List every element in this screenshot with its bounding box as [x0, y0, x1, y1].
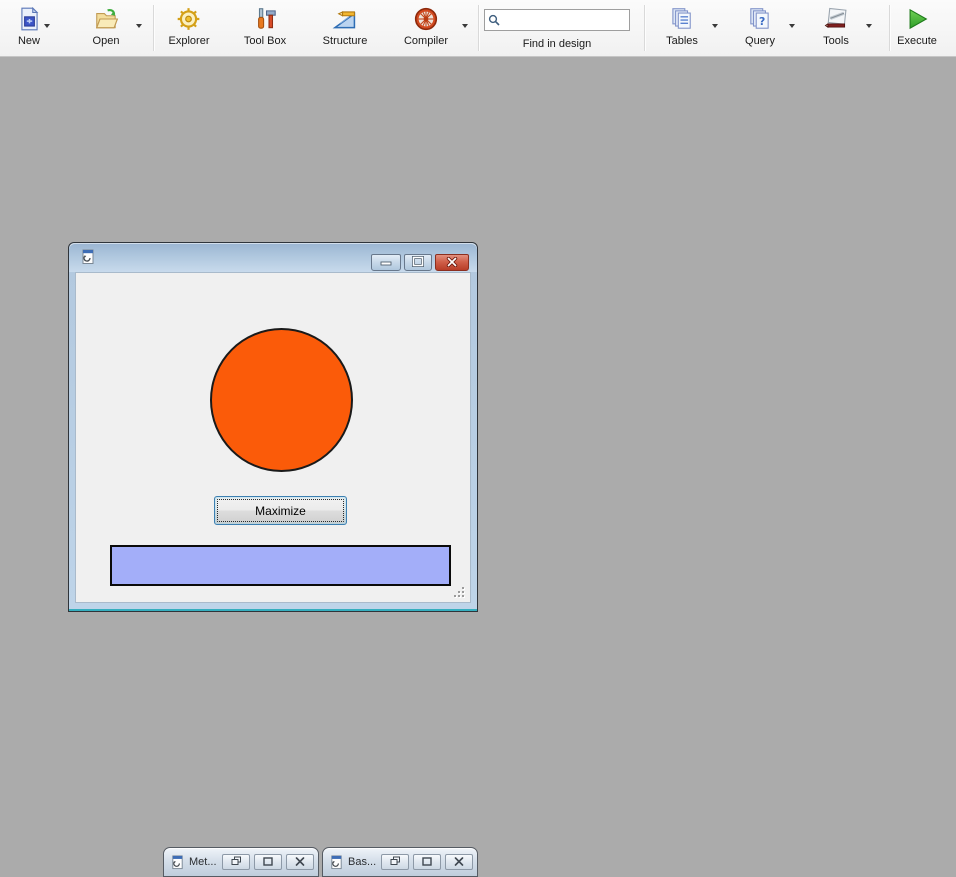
toolbar-button-tools[interactable]: Tools	[819, 4, 854, 48]
structure-icon	[331, 5, 358, 32]
maximize-button[interactable]	[404, 254, 432, 271]
toolbar-button-label: New	[18, 35, 40, 47]
toolbox-icon	[251, 5, 278, 32]
tools-icon	[823, 5, 850, 32]
minimize-button[interactable]	[371, 254, 401, 271]
toolbar-button-query[interactable]: ? Query	[741, 4, 779, 48]
toolbar-button-label: Structure	[323, 35, 368, 47]
open-folder-icon	[93, 5, 120, 32]
toolbar-button-compiler[interactable]: Compiler	[400, 4, 452, 48]
new-dropdown-arrow[interactable]	[44, 24, 50, 28]
close-button[interactable]	[435, 254, 469, 271]
tables-icon	[668, 5, 695, 32]
maximize-pushbutton-label: Maximize	[255, 504, 306, 518]
open-dropdown-arrow[interactable]	[136, 24, 142, 28]
maximize-icon	[263, 853, 273, 871]
compiler-dropdown-arrow[interactable]	[462, 24, 468, 28]
caption-buttons	[371, 254, 469, 271]
maximize-pushbutton[interactable]: Maximize	[214, 496, 347, 525]
tools-dropdown-arrow[interactable]	[866, 24, 872, 28]
restore-icon	[231, 853, 242, 871]
preview-window-titlebar[interactable]	[69, 243, 477, 272]
minimized-window-met[interactable]: Met...	[163, 847, 319, 877]
query-dropdown-arrow[interactable]	[789, 24, 795, 28]
toolbar-button-label: Open	[93, 35, 120, 47]
restore-button[interactable]	[381, 854, 409, 870]
find-in-design-searchbox[interactable]	[484, 9, 630, 31]
close-button[interactable]	[286, 854, 314, 870]
close-icon	[454, 853, 464, 871]
toolbar-button-label: Execute	[897, 35, 937, 47]
toolbar-button-label: Tool Box	[244, 35, 286, 47]
window-icon	[170, 855, 185, 870]
toolbar-button-explorer[interactable]: Explorer	[165, 4, 214, 48]
main-toolbar: New Open Explorer Tool Box Structure Com…	[0, 0, 956, 57]
toolbar-button-label: Compiler	[404, 35, 448, 47]
explorer-wheel-icon	[176, 5, 203, 32]
maximize-button[interactable]	[413, 854, 441, 870]
compiler-wheel-icon	[412, 5, 439, 32]
minimized-window-bas[interactable]: Bas...	[322, 847, 478, 877]
search-input[interactable]	[500, 10, 648, 32]
toolbar-button-open[interactable]: Open	[89, 4, 124, 48]
toolbar-button-execute[interactable]: Execute	[893, 4, 941, 48]
window-icon	[329, 855, 344, 870]
minimized-window-title: Bas...	[348, 856, 381, 868]
svg-text:?: ?	[759, 14, 765, 27]
toolbar-separator	[153, 5, 154, 51]
caption-buttons	[222, 854, 314, 870]
toolbar-button-label: Explorer	[169, 35, 210, 47]
restore-button[interactable]	[222, 854, 250, 870]
toolbar-button-new[interactable]: New	[12, 4, 47, 48]
restore-icon	[390, 853, 401, 871]
ide-root: { "toolbar": { "items": [ {"label": "New…	[0, 0, 956, 817]
minimized-window-title: Met...	[189, 856, 222, 868]
execute-play-icon	[904, 5, 931, 32]
maximize-icon	[422, 853, 432, 871]
toolbar-button-label: Query	[745, 35, 775, 47]
toolbar-button-label: Tools	[823, 35, 849, 47]
close-icon	[446, 254, 458, 272]
toolbar-button-structure[interactable]: Structure	[319, 4, 372, 48]
toolbar-button-toolbox[interactable]: Tool Box	[240, 4, 290, 48]
toolbar-button-label: Tables	[666, 35, 698, 47]
maximize-button[interactable]	[254, 854, 282, 870]
search-label: Find in design	[523, 38, 592, 50]
toolbar-separator	[889, 5, 890, 51]
toolbar-separator	[478, 5, 479, 51]
close-button[interactable]	[445, 854, 473, 870]
maximize-icon	[412, 254, 424, 272]
window-icon	[80, 249, 96, 265]
close-icon	[295, 853, 305, 871]
preview-window-client: Maximize	[75, 272, 471, 603]
query-icon: ?	[747, 5, 774, 32]
ellipse-shape	[210, 328, 353, 472]
minimize-icon	[380, 254, 392, 272]
box-control	[110, 545, 451, 586]
new-document-icon	[16, 5, 43, 32]
resize-grip[interactable]	[453, 586, 467, 600]
preview-window[interactable]: Maximize	[68, 242, 478, 612]
mdi-workspace: Maximize Met...	[0, 57, 956, 817]
search-icon	[488, 13, 500, 31]
caption-buttons	[381, 854, 473, 870]
toolbar-separator	[644, 5, 645, 51]
tables-dropdown-arrow[interactable]	[712, 24, 718, 28]
toolbar-button-tables[interactable]: Tables	[662, 4, 702, 48]
